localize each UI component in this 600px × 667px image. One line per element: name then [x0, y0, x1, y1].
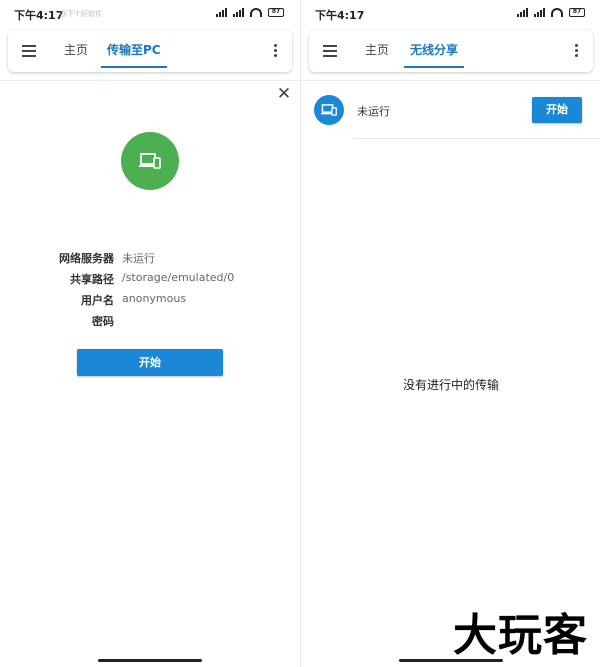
- signal-icon: [233, 8, 244, 17]
- wifi-icon: [551, 8, 563, 17]
- tab-home[interactable]: 主页: [64, 30, 88, 72]
- share-status-text: 未运行: [357, 105, 390, 118]
- tab-home[interactable]: 主页: [365, 30, 389, 72]
- divider: [0, 80, 300, 81]
- transfer-to-pc-screen: 下午4:17 @下个好软件 87 主页 传输至PC ✕ 网络服务器 未运行 共享…: [0, 0, 300, 667]
- start-button[interactable]: 开始: [77, 349, 223, 376]
- tab-wireless-share[interactable]: 无线分享: [403, 30, 465, 72]
- more-vert-icon[interactable]: [274, 44, 278, 58]
- server-info: 网络服务器 未运行 共享路径 /storage/emulated/0 用户名 a…: [0, 250, 300, 334]
- info-row-server: 网络服务器 未运行: [0, 250, 300, 271]
- status-icons: 87: [517, 8, 585, 17]
- start-button[interactable]: 开始: [532, 97, 582, 123]
- status-time: 下午4:17: [315, 9, 365, 22]
- devices-icon: [314, 95, 344, 125]
- status-bar: 下午4:17 87: [301, 0, 600, 26]
- status-bar: 下午4:17 @下个好软件 87: [0, 0, 300, 26]
- close-icon[interactable]: ✕: [276, 86, 292, 103]
- info-label: 共享路径: [70, 273, 114, 286]
- signal-icon: [216, 8, 227, 17]
- devices-icon: [121, 132, 179, 190]
- battery-icon: 87: [569, 8, 585, 17]
- battery-icon: 87: [268, 8, 284, 17]
- empty-state-text: 没有进行中的传输: [402, 378, 499, 392]
- menu-icon[interactable]: [22, 45, 36, 57]
- app-bar: 主页 无线分享: [309, 30, 593, 72]
- info-row-password: 密码: [0, 313, 300, 334]
- signal-icon: [534, 8, 545, 17]
- info-value: 未运行: [122, 252, 155, 265]
- signal-icon: [517, 8, 528, 17]
- menu-icon[interactable]: [323, 45, 337, 57]
- info-value: /storage/emulated/0: [122, 271, 235, 284]
- status-watermark: @下个好软件: [60, 10, 102, 18]
- screen-composite: 下午4:17 @下个好软件 87 主页 传输至PC ✕ 网络服务器 未运行 共享…: [0, 0, 600, 667]
- home-indicator[interactable]: [98, 659, 202, 662]
- divider: [301, 80, 600, 81]
- app-bar: 主页 传输至PC: [8, 30, 292, 72]
- status-icons: 87: [216, 8, 284, 17]
- home-indicator[interactable]: [399, 659, 503, 662]
- info-label: 密码: [92, 315, 114, 328]
- tab-transfer-to-pc[interactable]: 传输至PC: [101, 30, 167, 72]
- info-label: 用户名: [81, 294, 114, 307]
- divider: [353, 138, 600, 139]
- info-value: anonymous: [122, 292, 187, 305]
- wifi-icon: [250, 8, 262, 17]
- info-label: 网络服务器: [59, 252, 114, 265]
- wireless-share-screen: 下午4:17 87 主页 无线分享 未运行 开始 没有进行中的传输 大玩客: [300, 0, 600, 667]
- info-row-path: 共享路径 /storage/emulated/0: [0, 271, 300, 292]
- status-time: 下午4:17: [14, 9, 64, 22]
- share-status-row: 未运行 开始: [301, 90, 600, 138]
- watermark-logo: 大玩客: [453, 610, 588, 661]
- device-status-badge: [121, 132, 179, 190]
- info-row-username: 用户名 anonymous: [0, 292, 300, 313]
- more-vert-icon[interactable]: [575, 44, 579, 58]
